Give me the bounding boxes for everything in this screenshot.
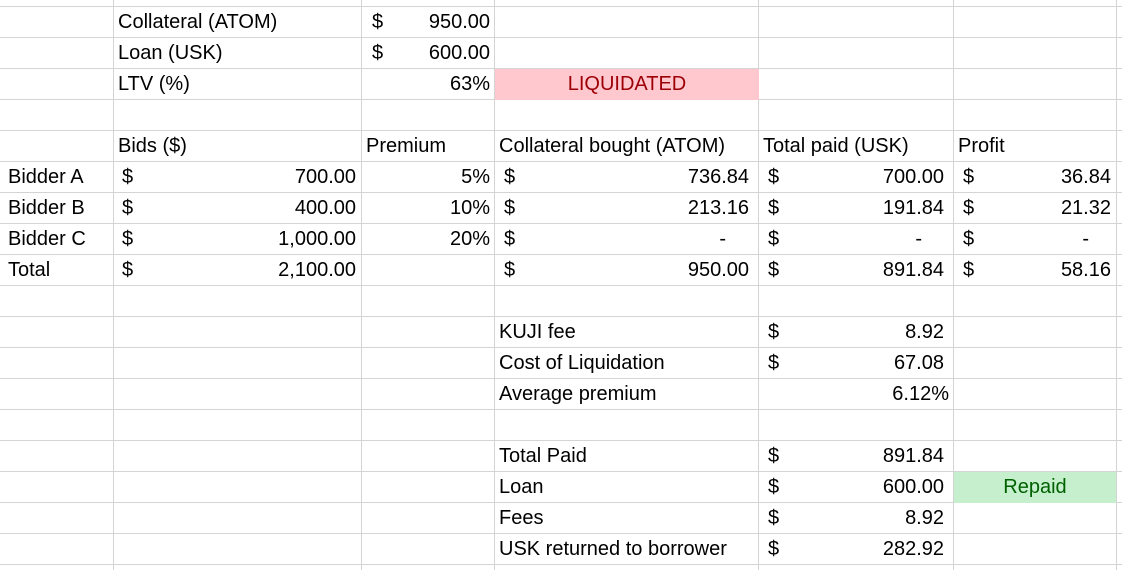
collateral-bought-value[interactable]: 213.16 xyxy=(495,193,754,224)
premium-value[interactable]: 10% xyxy=(364,193,495,224)
profit-value[interactable]: 21.32 xyxy=(954,193,1116,224)
usk-returned-value[interactable]: 282.92 xyxy=(759,534,949,565)
bidder-name[interactable]: Bidder C xyxy=(4,224,114,255)
loan-label[interactable]: Loan (USK) xyxy=(114,38,361,69)
premium-value[interactable] xyxy=(364,255,495,286)
cost-of-liquidation-label[interactable]: Cost of Liquidation xyxy=(495,348,759,379)
ltv-label[interactable]: LTV (%) xyxy=(114,69,361,100)
premium-value[interactable]: 5% xyxy=(364,162,495,193)
collateral-bought-value[interactable]: - xyxy=(495,224,731,255)
loan-value[interactable]: 600.00 xyxy=(364,38,495,69)
average-premium-value[interactable]: 6.12% xyxy=(759,379,954,410)
total-paid-value[interactable]: 700.00 xyxy=(759,162,949,193)
collateral-bought-header[interactable]: Collateral bought (ATOM) xyxy=(495,131,759,162)
bidder-name[interactable]: Total xyxy=(4,255,114,286)
repaid-status[interactable]: Repaid xyxy=(954,472,1116,503)
kuji-fee-value[interactable]: 8.92 xyxy=(759,317,949,348)
profit-value[interactable]: 36.84 xyxy=(954,162,1116,193)
average-premium-label[interactable]: Average premium xyxy=(495,379,759,410)
bid-value[interactable]: 400.00 xyxy=(114,193,361,224)
total-paid-value[interactable]: 891.84 xyxy=(759,255,949,286)
total-paid-label[interactable]: Total Paid xyxy=(495,441,759,472)
loan-repay-label[interactable]: Loan xyxy=(495,472,759,503)
total-paid-value[interactable]: 191.84 xyxy=(759,193,949,224)
bid-value[interactable]: 2,100.00 xyxy=(114,255,361,286)
bid-value[interactable]: 700.00 xyxy=(114,162,361,193)
profit-value[interactable]: - xyxy=(954,224,1094,255)
liquidated-status[interactable]: LIQUIDATED xyxy=(495,69,759,100)
kuji-fee-label[interactable]: KUJI fee xyxy=(495,317,759,348)
loan-repay-value[interactable]: 600.00 xyxy=(759,472,949,503)
total-paid-header[interactable]: Total paid (USK) xyxy=(759,131,954,162)
collateral-bought-value[interactable]: 736.84 xyxy=(495,162,754,193)
cost-of-liquidation-value[interactable]: 67.08 xyxy=(759,348,949,379)
bids-header[interactable]: Bids ($) xyxy=(114,131,361,162)
premium-value[interactable]: 20% xyxy=(364,224,495,255)
collateral-value[interactable]: 950.00 xyxy=(364,7,495,38)
bidder-name[interactable]: Bidder A xyxy=(4,162,114,193)
bidder-name[interactable]: Bidder B xyxy=(4,193,114,224)
premium-header[interactable]: Premium xyxy=(362,131,493,162)
profit-value[interactable]: 58.16 xyxy=(954,255,1116,286)
profit-header[interactable]: Profit xyxy=(954,131,1116,162)
ltv-value[interactable]: 63% xyxy=(364,69,495,100)
total-paid-amount[interactable]: 891.84 xyxy=(759,441,949,472)
collateral-bought-value[interactable]: 950.00 xyxy=(495,255,754,286)
total-paid-value[interactable]: - xyxy=(759,224,927,255)
fees-label[interactable]: Fees xyxy=(495,503,759,534)
usk-returned-label[interactable]: USK returned to borrower xyxy=(495,534,759,565)
collateral-label[interactable]: Collateral (ATOM) xyxy=(114,7,361,38)
bid-value[interactable]: 1,000.00 xyxy=(114,224,361,255)
fees-value[interactable]: 8.92 xyxy=(759,503,949,534)
